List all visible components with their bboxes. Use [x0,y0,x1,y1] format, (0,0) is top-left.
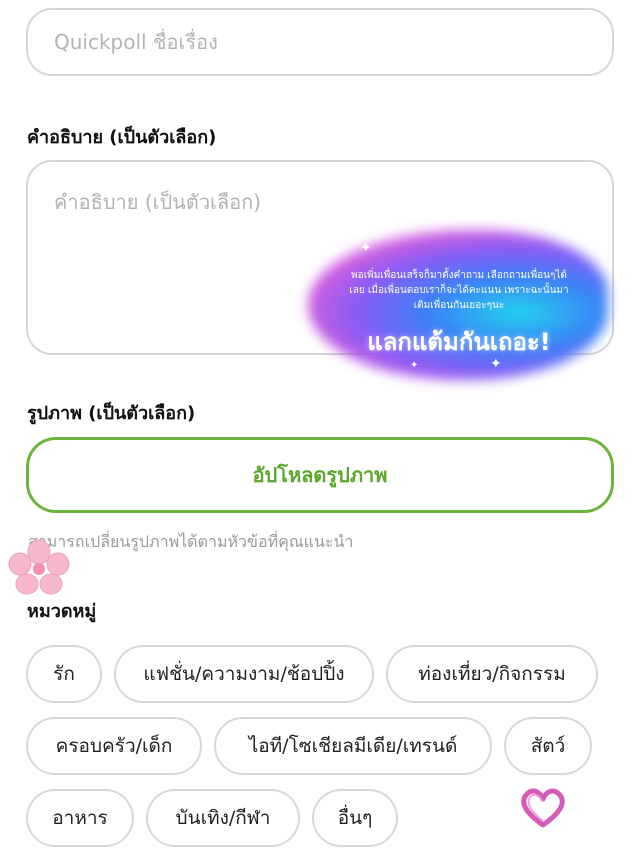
image-label: รูปภาพ (เป็นตัวเลือก) [27,403,196,424]
heart-icon [521,788,565,828]
title-input-placeholder: Quickpoll ชื่อเรื่อง [54,30,218,54]
category-chip-other[interactable]: อื่นๆ [312,789,398,847]
promo-headline: แลกแต้มกันเถอะ! [367,328,551,356]
category-chip-fashion[interactable]: แฟชั่น/ความงาม/ช้อปปิ้ง [114,645,374,703]
category-chip-it[interactable]: ไอที/โซเชียลมีเดีย/เทรนด์ [214,717,492,775]
flower-icon [8,539,70,595]
description-label: คำอธิบาย (เป็นตัวเลือก) [27,127,217,148]
category-chip-love[interactable]: รัก [26,645,102,703]
sparkle-icon: ✦ [360,240,372,256]
category-label: หมวดหมู่ [27,601,97,622]
category-chip-animal[interactable]: สัตว์ [504,717,592,775]
image-hint: สามารถเปลี่ยนรูปภาพได้ตามหัวข้อที่คุณแนะ… [28,532,354,551]
title-input[interactable]: Quickpoll ชื่อเรื่อง [26,8,614,76]
category-chip-family[interactable]: ครอบครัว/เด็ก [26,717,202,775]
upload-image-button[interactable]: อัปโหลดรูปภาพ [26,437,614,513]
category-chip-travel[interactable]: ท่องเที่ยว/กิจกรรม [386,645,598,703]
category-chip-food[interactable]: อาหาร [26,789,134,847]
description-placeholder: คำอธิบาย (เป็นตัวเลือก) [54,190,262,214]
promo-description: พอเพิ่มเพื่อนเสร็จก็มาตั้งคำถาม เลือกถาม… [349,270,569,311]
promo-sticker[interactable]: ✦ ✦ ✦ พอเพิ่มเพื่อนเสร็จก็มาตั้งคำถาม เล… [300,220,630,395]
sparkle-icon: ✦ [410,360,419,371]
category-chip-entertainment[interactable]: บันเทิง/กีฬา [146,789,300,847]
